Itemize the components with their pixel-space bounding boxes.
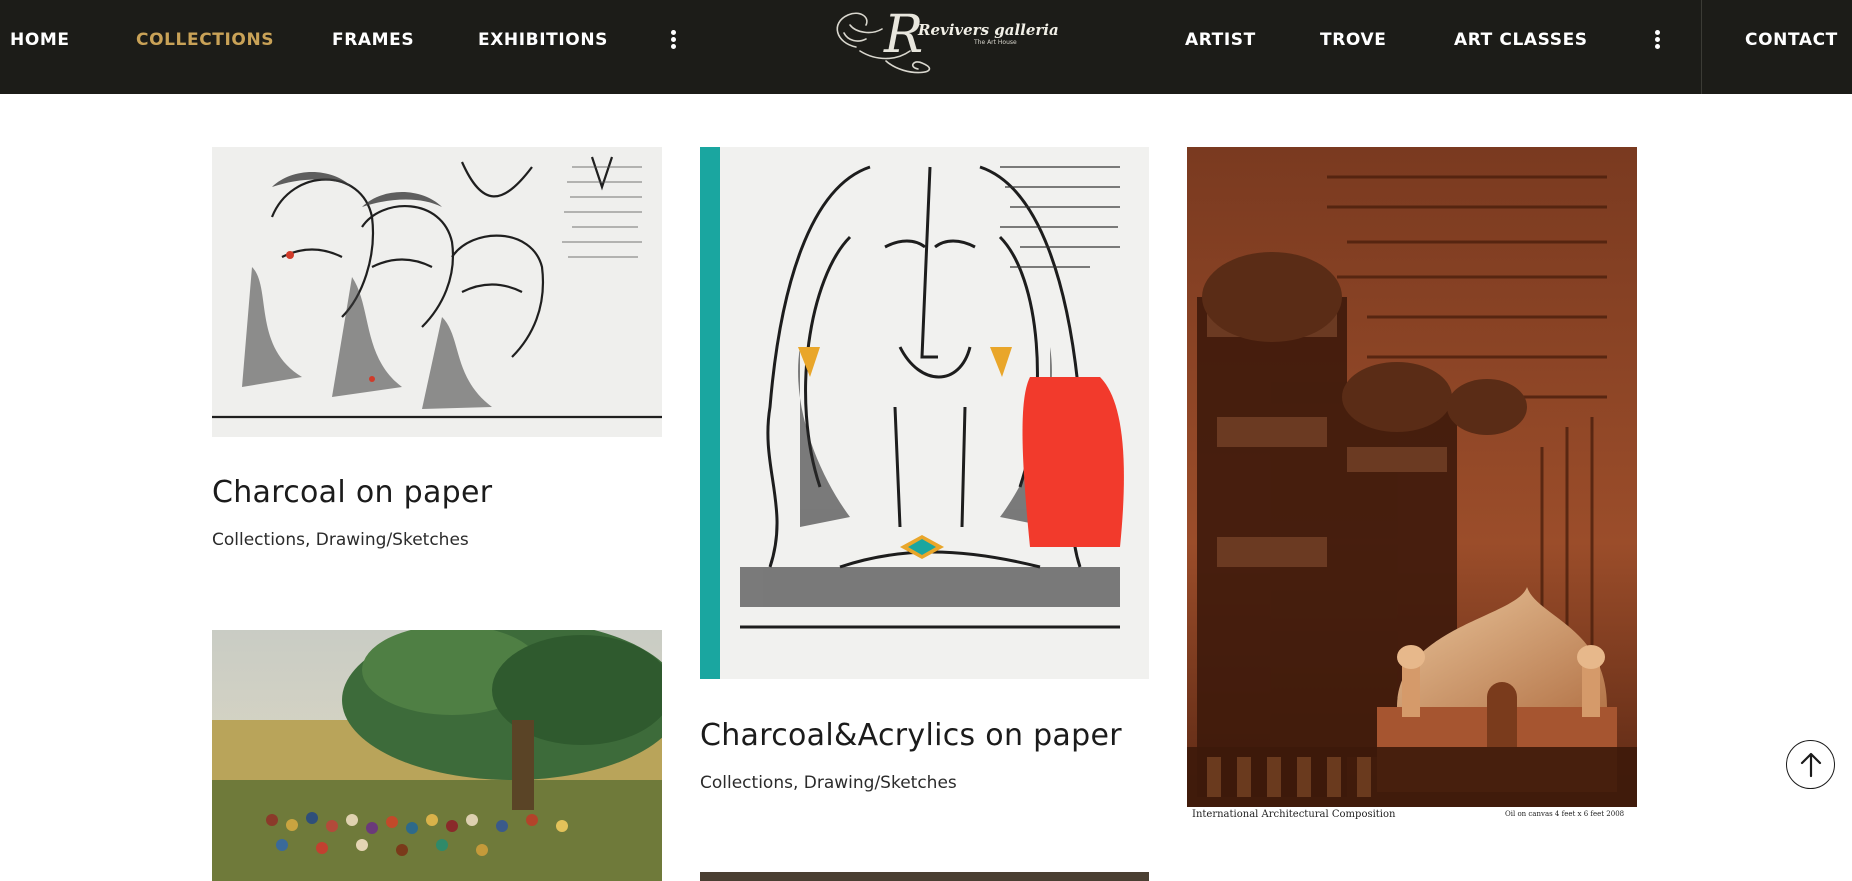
site-header: HOME COLLECTIONS FRAMES EXHIBITIONS R Re… bbox=[0, 0, 1852, 94]
category-link-collections[interactable]: Collections bbox=[700, 773, 793, 793]
category-separator: , bbox=[304, 530, 316, 550]
artwork-charcoal-figures[interactable] bbox=[212, 147, 662, 437]
card-categories-1: Collections, Drawing/Sketches bbox=[212, 530, 469, 550]
category-link-drawing-sketches[interactable]: Drawing/Sketches bbox=[316, 530, 469, 550]
artwork-charcoal-acrylic-woman-image bbox=[700, 147, 1149, 679]
artwork-dark-painting[interactable] bbox=[700, 872, 1149, 881]
nav-contact[interactable]: CONTACT bbox=[1745, 0, 1838, 80]
artwork-charcoal-figures-image bbox=[212, 147, 662, 437]
site-logo[interactable]: R Revivers galleria The Art House bbox=[826, 3, 1059, 81]
category-separator: , bbox=[792, 773, 804, 793]
category-link-drawing-sketches[interactable]: Drawing/Sketches bbox=[804, 773, 957, 793]
artwork-architectural-composition[interactable]: International Architectural Composition … bbox=[1187, 147, 1637, 827]
card-categories-2: Collections, Drawing/Sketches bbox=[700, 773, 957, 793]
artwork-village-banyan-tree-image bbox=[212, 630, 662, 881]
card-title-charcoal-on-paper[interactable]: Charcoal on paper bbox=[212, 475, 492, 510]
nav-art-classes[interactable]: ART CLASSES bbox=[1454, 0, 1588, 80]
painting-caption-title: International Architectural Composition bbox=[1192, 809, 1396, 820]
arrow-up-icon bbox=[1800, 752, 1822, 778]
artwork-village-banyan-tree[interactable] bbox=[212, 630, 662, 881]
nav-home[interactable]: HOME bbox=[10, 0, 70, 80]
nav-trove[interactable]: TROVE bbox=[1320, 0, 1386, 80]
artwork-architectural-composition-image bbox=[1187, 147, 1637, 827]
header-divider bbox=[1701, 0, 1702, 94]
logo-tagline: The Art House bbox=[974, 39, 1017, 46]
logo-name: Revivers galleria bbox=[918, 21, 1059, 39]
nav-collections[interactable]: COLLECTIONS bbox=[136, 0, 274, 80]
nav-artist[interactable]: ARTIST bbox=[1185, 0, 1256, 80]
nav-frames[interactable]: FRAMES bbox=[332, 0, 414, 80]
card-title-charcoal-acrylics[interactable]: Charcoal&Acrylics on paper bbox=[700, 718, 1122, 753]
more-menu-left-icon[interactable] bbox=[666, 30, 680, 50]
category-link-collections[interactable]: Collections bbox=[212, 530, 305, 550]
scroll-to-top-button[interactable] bbox=[1786, 740, 1835, 789]
artwork-charcoal-acrylic-woman[interactable] bbox=[700, 147, 1149, 679]
nav-exhibitions[interactable]: EXHIBITIONS bbox=[478, 0, 608, 80]
more-menu-right-icon[interactable] bbox=[1650, 30, 1664, 50]
painting-caption-medium: Oil on canvas 4 feet x 6 feet 2008 bbox=[1505, 810, 1625, 818]
